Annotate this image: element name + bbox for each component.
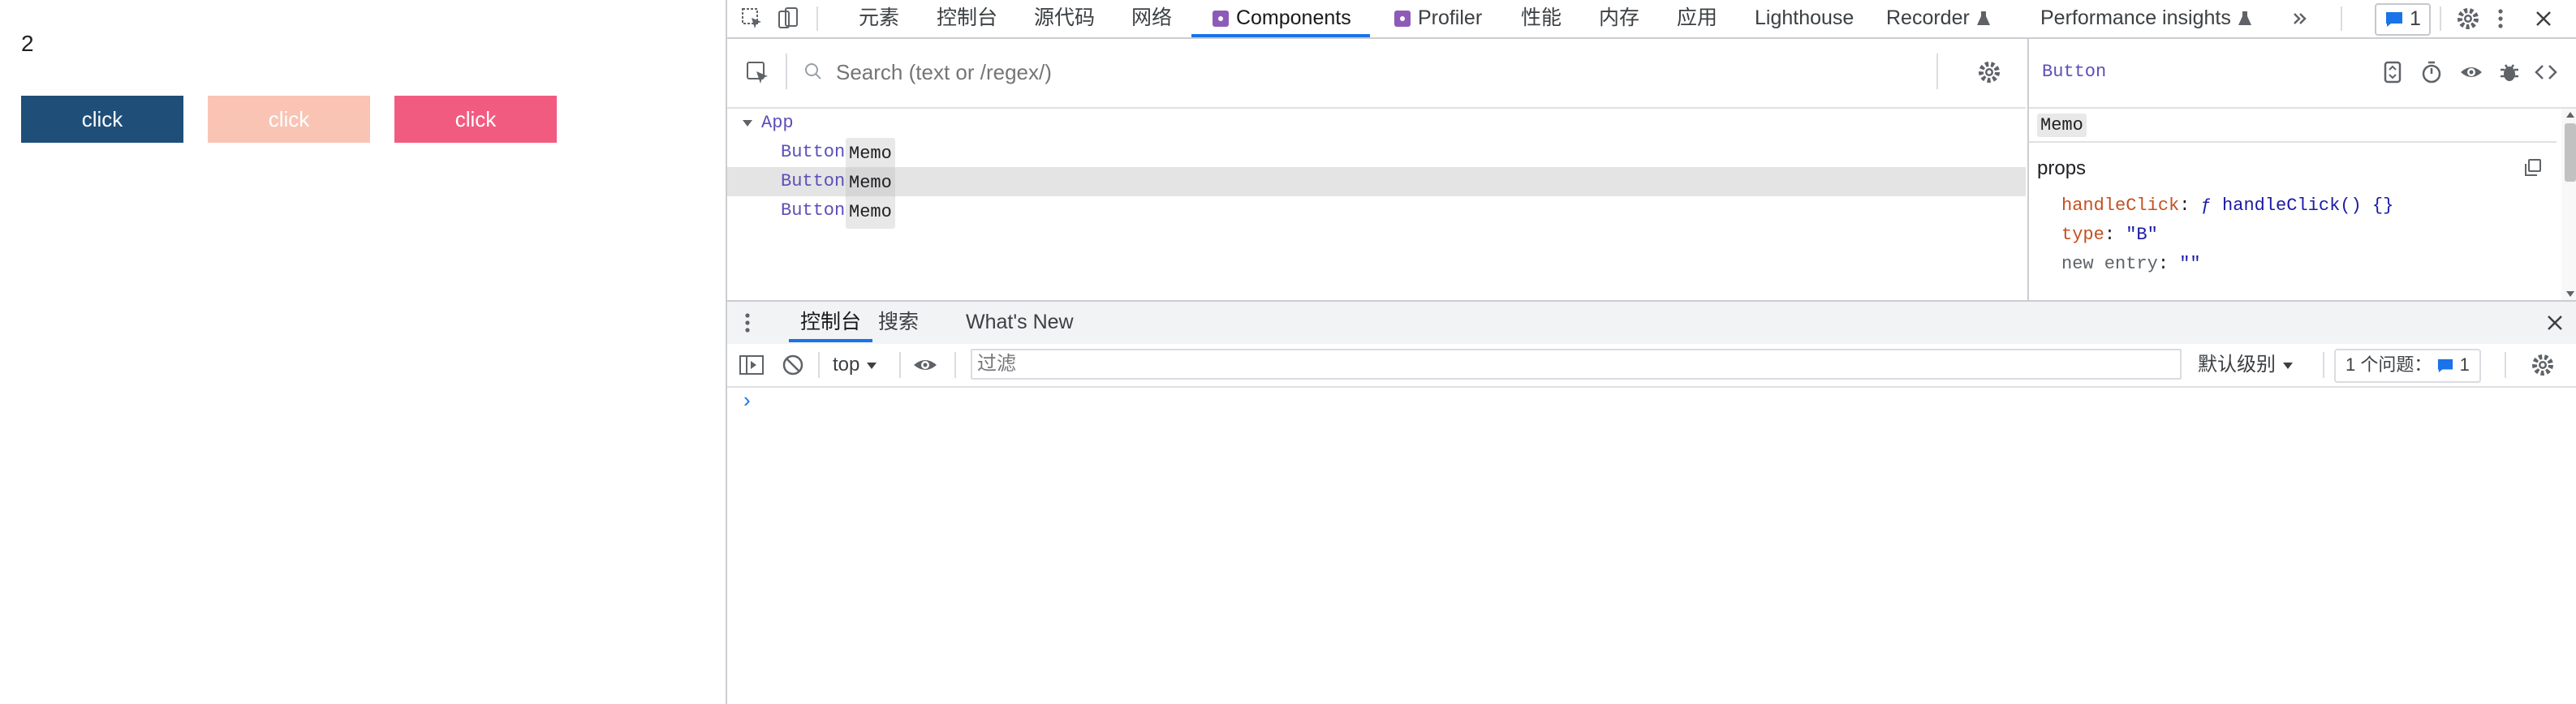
console-filter-input[interactable] [971, 349, 2182, 380]
issues-badge-button[interactable]: 1 [2375, 3, 2431, 36]
close-drawer-icon[interactable] [2545, 302, 2565, 342]
tab-components[interactable]: Components [1191, 0, 1370, 37]
suspend-toggle-icon[interactable] [2381, 60, 2404, 90]
components-search-row [727, 37, 2026, 109]
counter-value: 2 [21, 31, 34, 56]
drawer-menu-icon[interactable] [743, 302, 752, 342]
page-area: 2 click click click [0, 0, 726, 704]
message-icon [2438, 359, 2453, 373]
tab-lighthouse[interactable]: Lighthouse [1755, 0, 1854, 37]
component-detail-pane: Button Memo props handleClick: ƒ handleC… [2027, 37, 2576, 300]
eye-icon[interactable] [2459, 60, 2483, 90]
component-name: Button [781, 142, 846, 162]
click-button-3[interactable]: click [394, 96, 557, 143]
tree-row-selected[interactable]: Button Memo [727, 167, 2026, 200]
components-settings-icon[interactable] [1977, 60, 2001, 90]
device-toolbar-icon[interactable] [776, 0, 800, 37]
flask-icon [1976, 11, 1990, 26]
drawer-tab-console[interactable]: 控制台 [789, 302, 873, 342]
live-expression-eye-icon[interactable] [912, 353, 938, 383]
selected-component-title: Button [2042, 62, 2107, 82]
close-devtools-icon[interactable] [2534, 0, 2553, 37]
components-search-input[interactable] [834, 52, 1811, 92]
props-section-title: props [2037, 157, 2087, 179]
props-list: handleClick: ƒ handleClick() {} type: "B… [2061, 191, 2393, 279]
flask-icon [2238, 11, 2251, 26]
console-settings-icon[interactable] [2531, 353, 2555, 383]
copy-props-icon[interactable] [2522, 157, 2544, 184]
prop-row[interactable]: handleClick: ƒ handleClick() {} [2061, 191, 2393, 221]
settings-gear-icon[interactable] [2456, 0, 2480, 37]
inspect-element-icon[interactable] [740, 0, 765, 37]
message-icon [2386, 12, 2402, 28]
more-tabs-icon[interactable] [2290, 0, 2310, 37]
prop-row[interactable]: new entry: "" [2061, 250, 2393, 279]
memo-badge: Memo [846, 196, 895, 229]
tree-label-app: App [761, 113, 794, 133]
tab-profiler[interactable]: Profiler [1393, 0, 1482, 37]
tab-memory[interactable]: 内存 [1599, 0, 1639, 37]
memo-badge: Memo [846, 138, 895, 170]
clear-console-icon[interactable] [781, 353, 805, 383]
tree-row[interactable]: Button Memo [727, 138, 2026, 170]
tree-row-app[interactable]: App [727, 109, 2026, 138]
click-button-2[interactable]: click [208, 96, 370, 143]
memo-badge: Memo [2037, 114, 2087, 137]
issues-counter-button[interactable]: 1 个问题： 1 [2334, 349, 2481, 383]
log-level-dropdown[interactable]: 默认级别 [2198, 344, 2294, 386]
devtools-panel: 元素 控制台 源代码 网络 Components Profiler 性能 内存 … [726, 0, 2576, 704]
tab-performance-insights[interactable]: Performance insights [2040, 0, 2253, 37]
context-selector[interactable]: top [833, 344, 878, 386]
react-icon [1394, 11, 1411, 28]
search-icon [803, 62, 823, 87]
memo-badge: Memo [846, 167, 895, 200]
console-toolbar: top 默认级别 1 个问题： 1 [727, 344, 2576, 388]
bug-icon[interactable] [2498, 60, 2521, 90]
devtools-tabbar: 元素 控制台 源代码 网络 Components Profiler 性能 内存 … [727, 0, 2576, 39]
stopwatch-icon[interactable] [2420, 60, 2443, 90]
sidebar-toggle-icon[interactable] [739, 353, 765, 383]
select-element-icon[interactable] [745, 60, 771, 92]
component-name: Button [781, 200, 846, 221]
view-source-icon[interactable] [2534, 60, 2558, 90]
drawer-tab-search[interactable]: 搜索 [878, 302, 919, 342]
click-button-1[interactable]: click [21, 96, 183, 143]
detail-scrollbar[interactable] [2561, 109, 2576, 300]
component-name: Button [781, 171, 846, 191]
prop-row[interactable]: type: "B" [2061, 221, 2393, 250]
caret-down-icon [2282, 362, 2293, 369]
kebab-menu-icon[interactable] [2496, 0, 2505, 37]
drawer-tab-whats-new[interactable]: What's New [966, 302, 1074, 342]
tab-application[interactable]: 应用 [1677, 0, 1717, 37]
tab-console[interactable]: 控制台 [937, 0, 997, 37]
tab-elements[interactable]: 元素 [859, 0, 899, 37]
caret-down-icon [867, 362, 877, 369]
tab-recorder[interactable]: Recorder [1886, 0, 1992, 37]
tab-network[interactable]: 网络 [1131, 0, 1172, 37]
detail-header: Button [2029, 37, 2576, 109]
drawer-tabbar: 控制台 搜索 What's New [727, 300, 2576, 346]
tab-performance[interactable]: 性能 [1521, 0, 1562, 37]
tab-sources[interactable]: 源代码 [1034, 0, 1095, 37]
console-prompt[interactable]: › [743, 388, 751, 413]
react-icon [1213, 11, 1229, 28]
tree-row[interactable]: Button Memo [727, 196, 2026, 229]
